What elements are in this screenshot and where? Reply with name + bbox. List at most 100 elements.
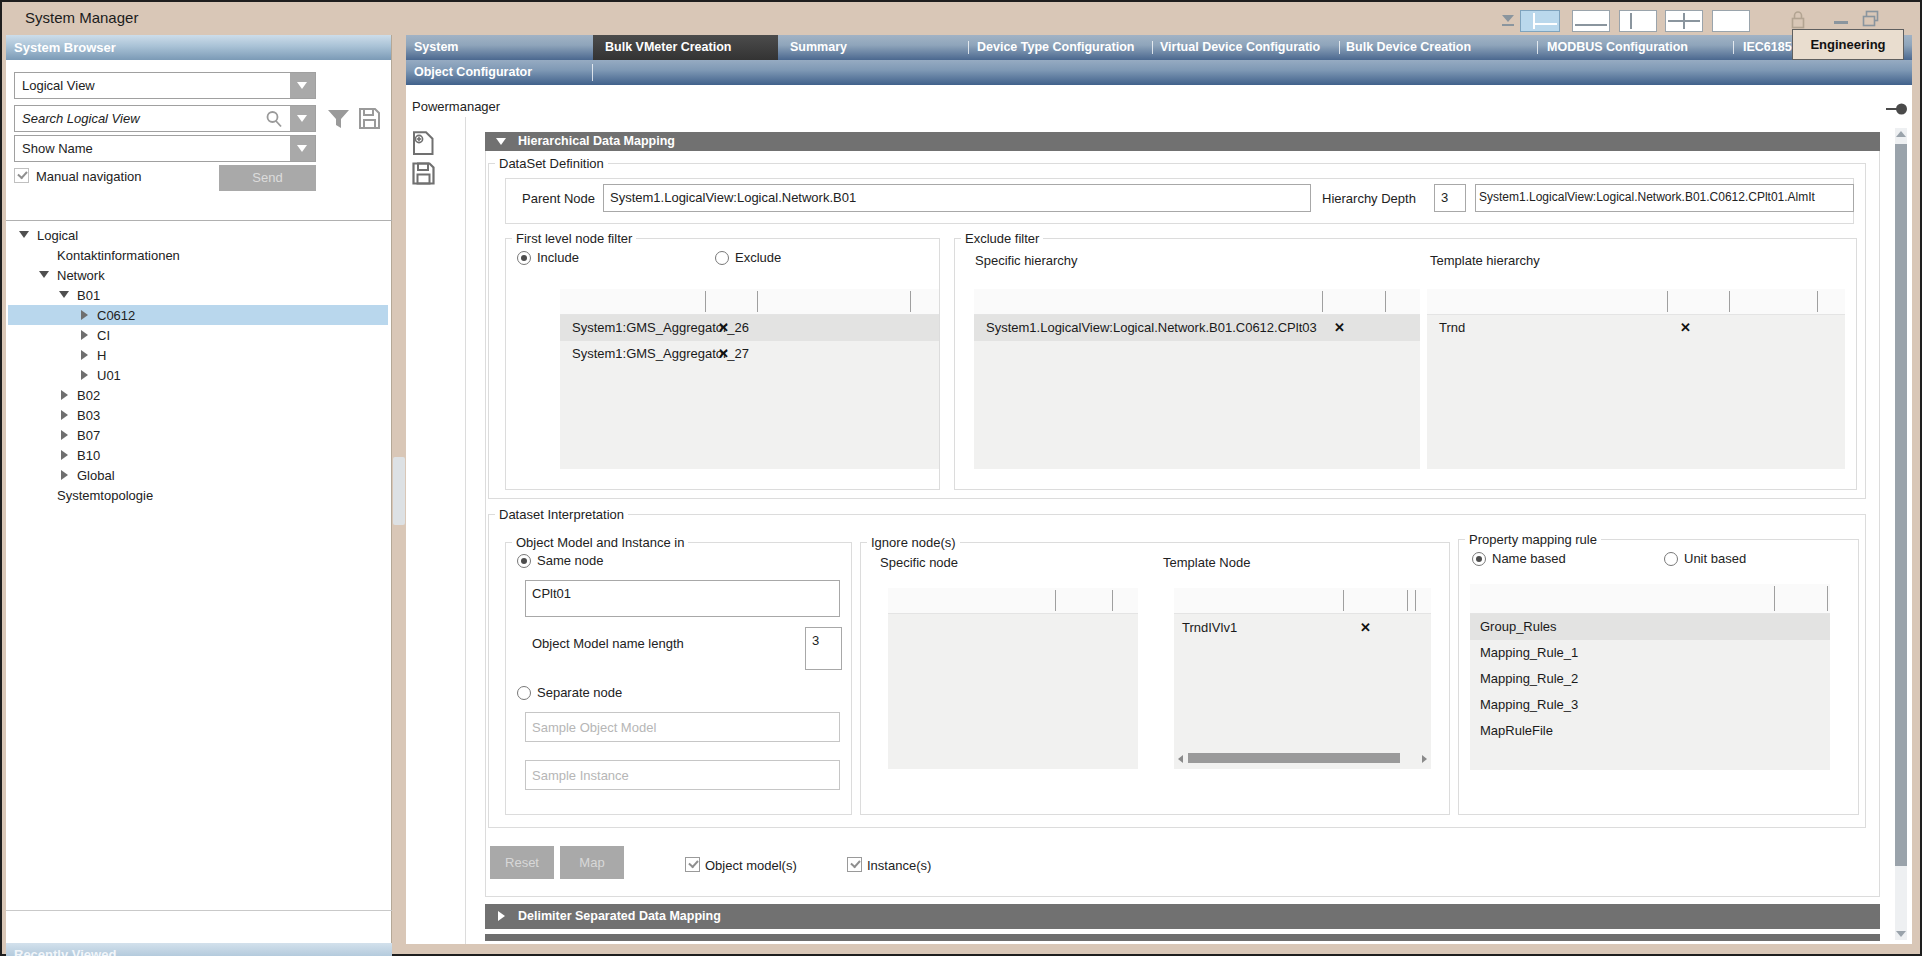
restore-button[interactable] bbox=[1862, 10, 1879, 27]
chevron-down-icon[interactable] bbox=[290, 73, 315, 98]
tab-summary[interactable]: Summary bbox=[790, 40, 847, 54]
save-filter-icon[interactable] bbox=[358, 107, 381, 130]
tree-item-b02[interactable]: B02 bbox=[8, 385, 388, 405]
collapsed-arrow-icon bbox=[61, 430, 68, 440]
send-button[interactable]: Send bbox=[219, 165, 316, 191]
pin-icon[interactable] bbox=[1886, 102, 1908, 116]
list-item[interactable]: MapRuleFile bbox=[1470, 718, 1830, 744]
unit-based-radio[interactable] bbox=[1664, 552, 1678, 566]
splitter-handle[interactable] bbox=[393, 457, 405, 525]
tree-item-logical[interactable]: Logical bbox=[8, 225, 388, 245]
remove-icon[interactable]: ✕ bbox=[1360, 620, 1371, 635]
tree-item-u01[interactable]: U01 bbox=[8, 365, 388, 385]
layout-left-button[interactable] bbox=[1619, 10, 1657, 32]
divider bbox=[6, 220, 392, 221]
layout-single-button[interactable] bbox=[1712, 10, 1750, 32]
collapse-section-icon bbox=[496, 138, 506, 145]
list-item[interactable]: Mapping_Rule_3 bbox=[1470, 692, 1830, 718]
collapse-chevron-icon[interactable] bbox=[1500, 14, 1516, 28]
search-input[interactable]: Search Logical View bbox=[14, 105, 316, 132]
object-models-checkbox[interactable] bbox=[685, 857, 700, 872]
list-item[interactable]: System1:GMS_Aggregator_26 ✕ bbox=[560, 315, 939, 341]
same-node-radio[interactable] bbox=[517, 554, 531, 568]
minimize-button[interactable] bbox=[1834, 21, 1848, 24]
template-hierarchy-list: Trnd ✕ bbox=[1427, 289, 1845, 469]
list-item[interactable]: Trnd ✕ bbox=[1427, 315, 1845, 341]
manual-navigation-checkbox[interactable] bbox=[14, 168, 29, 183]
filter-icon[interactable] bbox=[327, 109, 350, 129]
remove-icon[interactable]: ✕ bbox=[1680, 320, 1691, 335]
tree-item-kontaktinformationen[interactable]: Kontaktinformationen bbox=[8, 245, 388, 265]
tab-object-configurator[interactable]: Object Configurator bbox=[414, 65, 532, 79]
reset-button[interactable]: Reset bbox=[490, 846, 554, 879]
chevron-down-icon[interactable] bbox=[290, 106, 315, 131]
instances-label: Instance(s) bbox=[867, 858, 931, 873]
list-header bbox=[1427, 289, 1845, 315]
list-item[interactable]: Mapping_Rule_2 bbox=[1470, 666, 1830, 692]
tab-bulk-vmeter-creation[interactable]: Bulk VMeter Creation bbox=[593, 35, 778, 60]
list-item[interactable]: Group_Rules bbox=[1470, 614, 1830, 640]
hierarchy-depth-field[interactable]: 3 bbox=[1434, 184, 1466, 212]
tree-item-b03[interactable]: B03 bbox=[8, 405, 388, 425]
tab-row-2: Object Configurator bbox=[406, 60, 1912, 85]
tree-item-network[interactable]: Network bbox=[8, 265, 388, 285]
list-item[interactable]: System1:GMS_Aggregator_27 ✕ bbox=[560, 341, 939, 367]
engineering-mode-button[interactable]: Engineering bbox=[1792, 29, 1904, 60]
remove-icon[interactable]: ✕ bbox=[1334, 320, 1345, 335]
specific-hierarchy-list: System1.LogicalView:Logical.Network.B01.… bbox=[974, 289, 1420, 469]
import-data-icon[interactable] bbox=[412, 131, 435, 155]
map-button[interactable]: Map bbox=[560, 846, 624, 879]
tree-item-global[interactable]: Global bbox=[8, 465, 388, 485]
horizontal-scrollbar[interactable] bbox=[1176, 752, 1429, 765]
tab-modbus-configuration[interactable]: MODBUS Configuration bbox=[1547, 40, 1688, 54]
name-based-radio[interactable] bbox=[1472, 552, 1486, 566]
include-radio[interactable] bbox=[517, 251, 531, 265]
collapsed-arrow-icon bbox=[81, 370, 88, 380]
separate-node-label: Separate node bbox=[537, 685, 622, 700]
delimiter-separated-data-mapping-header[interactable]: Delimiter Separated Data Mapping bbox=[485, 904, 1880, 929]
parent-node-field[interactable]: System1.LogicalView:Logical.Network.B01 bbox=[603, 184, 1311, 212]
save-icon[interactable] bbox=[412, 162, 435, 185]
chevron-down-icon[interactable] bbox=[290, 136, 315, 161]
tree-item-b07[interactable]: B07 bbox=[8, 425, 388, 445]
sample-instance-field[interactable]: Sample Instance bbox=[525, 760, 840, 790]
object-model-name-length-field[interactable]: 3 bbox=[805, 627, 842, 670]
bottom-horizontal-scrollbar[interactable] bbox=[485, 934, 1880, 941]
tree-item-b01[interactable]: B01 bbox=[8, 285, 388, 305]
vertical-scrollbar[interactable] bbox=[1895, 128, 1907, 940]
tree-item-h[interactable]: H bbox=[8, 345, 388, 365]
tab-virtual-device-configuration[interactable]: Virtual Device Configuratio bbox=[1160, 40, 1320, 54]
sample-object-model-field[interactable]: Sample Object Model bbox=[525, 712, 840, 742]
hierarchical-data-mapping-header[interactable]: Hierarchical Data Mapping bbox=[485, 132, 1880, 151]
list-item[interactable]: System1.LogicalView:Logical.Network.B01.… bbox=[974, 315, 1420, 341]
system-browser-header[interactable]: System Browser bbox=[6, 35, 391, 60]
tree-item-systemtopologie[interactable]: Systemtopologie bbox=[8, 485, 388, 505]
tab-system[interactable]: System bbox=[414, 40, 458, 54]
tree-item-b10[interactable]: B10 bbox=[8, 445, 388, 465]
same-node-field[interactable]: CPlt01 bbox=[525, 580, 840, 617]
collapsed-arrow-icon bbox=[61, 390, 68, 400]
specific-hierarchy-label: Specific hierarchy bbox=[975, 253, 1078, 268]
tree-item-ci[interactable]: CI bbox=[8, 325, 388, 345]
leaf-node-field[interactable]: System1.LogicalView:Logical.Network.B01.… bbox=[1475, 184, 1854, 212]
view-selector[interactable]: Logical View bbox=[14, 72, 316, 99]
scrollbar-thumb[interactable] bbox=[1188, 753, 1400, 763]
layout-bottom-button[interactable] bbox=[1572, 10, 1610, 32]
tree-item-c0612[interactable]: C0612 bbox=[8, 305, 388, 325]
remove-icon[interactable]: ✕ bbox=[718, 346, 729, 361]
instances-checkbox[interactable] bbox=[847, 857, 862, 872]
layout-split-button[interactable] bbox=[1520, 10, 1560, 32]
exclude-radio[interactable] bbox=[715, 251, 729, 265]
list-item[interactable]: Mapping_Rule_1 bbox=[1470, 640, 1830, 666]
remove-icon[interactable]: ✕ bbox=[718, 320, 729, 335]
layout-quad-button[interactable] bbox=[1665, 10, 1703, 32]
exclude-label: Exclude bbox=[735, 250, 781, 265]
recently-viewed-bar[interactable]: Recently Viewed bbox=[6, 943, 392, 956]
display-mode-selector[interactable]: Show Name bbox=[14, 135, 316, 162]
separate-node-radio[interactable] bbox=[517, 686, 531, 700]
tab-device-type-configuration[interactable]: Device Type Configuration bbox=[977, 40, 1134, 54]
tab-bulk-device-creation[interactable]: Bulk Device Creation bbox=[1346, 40, 1471, 54]
collapsed-arrow-icon bbox=[81, 350, 88, 360]
scrollbar-thumb[interactable] bbox=[1895, 144, 1907, 866]
list-item[interactable]: TrndIVlv1 ✕ bbox=[1174, 615, 1431, 641]
